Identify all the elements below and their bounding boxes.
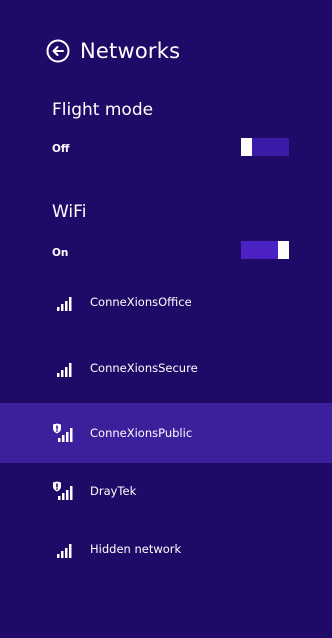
wifi-toggle[interactable] [241, 241, 289, 259]
network-item-connexionssecure[interactable]: ConneXionsSecure [0, 338, 332, 398]
wifi-signal-icon [57, 544, 72, 558]
network-name: ConneXionsPublic [90, 426, 193, 440]
network-item-draytek[interactable]: DrayTek [0, 461, 332, 521]
secured-wifi-signal-icon [53, 423, 73, 442]
flight-mode-label: Flight mode [52, 100, 154, 120]
wifi-signal-icon [57, 363, 72, 377]
panel-header: Networks [46, 36, 180, 66]
wifi-signal-icon [57, 297, 72, 311]
flight-mode-toggle[interactable] [241, 138, 289, 156]
back-arrow-icon[interactable] [46, 39, 70, 63]
networks-panel: Networks Flight mode Off WiFi On ConneXi… [0, 0, 332, 638]
flight-mode-state: Off [52, 143, 70, 155]
page-title: Networks [80, 39, 181, 63]
wifi-toggle-knob [278, 241, 289, 259]
flight-mode-toggle-knob [241, 138, 252, 156]
secured-wifi-signal-icon [53, 481, 73, 500]
network-name: DrayTek [90, 484, 137, 498]
network-item-connexionspublic[interactable]: ConneXionsPublic [0, 403, 332, 463]
network-name: Hidden network [90, 542, 182, 556]
network-item-hidden-network[interactable]: Hidden network [0, 519, 332, 579]
network-name: ConneXionsOffice [90, 295, 192, 309]
wifi-state: On [52, 247, 69, 259]
wifi-label: WiFi [52, 202, 87, 222]
network-name: ConneXionsSecure [90, 361, 198, 375]
network-item-connexionsoffice[interactable]: ConneXionsOffice [0, 272, 332, 332]
